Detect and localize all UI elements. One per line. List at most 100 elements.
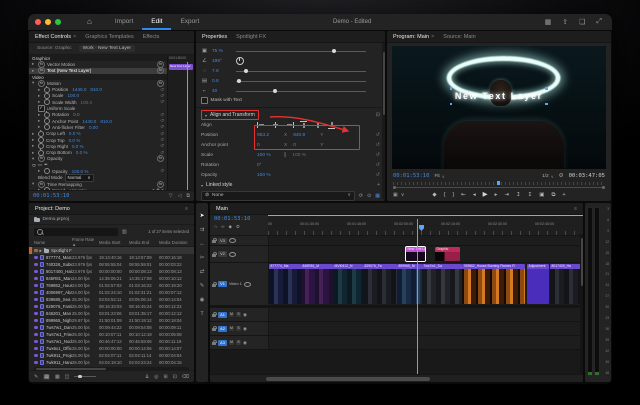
slider-track[interactable] xyxy=(236,51,366,52)
source-clip-chip[interactable]: Source: Graphic xyxy=(33,45,76,52)
add-style-icon[interactable]: + xyxy=(377,182,380,188)
timeline-clip[interactable]: 877774_Ma xyxy=(269,264,301,304)
track-header-a3[interactable]: A3MS◉ xyxy=(210,336,269,349)
track-header-v1[interactable]: V1Video 1 xyxy=(210,263,269,305)
track-header-a1[interactable]: A1MS◉ xyxy=(210,308,269,321)
button-editor-icon[interactable]: + xyxy=(562,192,565,198)
track-badge-a1[interactable]: A1 xyxy=(218,312,227,318)
panel-layout-icon[interactable]: ❏ xyxy=(579,18,585,26)
expand-icon[interactable]: ▸ xyxy=(38,87,42,93)
voiceover-record-icon[interactable]: ◉ xyxy=(243,326,247,332)
slider-value[interactable]: 40 xyxy=(212,89,232,94)
audio-icon[interactable]: ◁ xyxy=(178,193,182,199)
value-x[interactable]: 0 xyxy=(257,143,283,148)
slider-track[interactable] xyxy=(236,81,366,82)
align-bottom-icon[interactable] xyxy=(327,121,336,129)
label-color-chip[interactable] xyxy=(34,298,38,302)
mute-track-button[interactable]: M xyxy=(229,326,234,331)
track-lane-a3[interactable] xyxy=(269,336,583,349)
selection-handle[interactable] xyxy=(450,87,453,90)
label-color-chip[interactable] xyxy=(34,256,38,260)
freeform-view-icon[interactable]: ◫ xyxy=(65,374,70,380)
slider-value[interactable]: 195° xyxy=(212,59,232,64)
chevron-down-icon[interactable]: ∨ xyxy=(401,192,405,198)
mute-track-button[interactable]: M xyxy=(229,340,234,345)
param-value[interactable]: 0.0 % xyxy=(76,150,88,155)
voiceover-record-icon[interactable]: ◉ xyxy=(243,340,247,346)
param-value[interactable]: 0.0 xyxy=(73,112,79,117)
stopwatch-icon[interactable] xyxy=(44,168,50,174)
mute-track-button[interactable]: M xyxy=(229,312,234,317)
style-select[interactable]: ⊘ None ∨ xyxy=(201,191,355,201)
label-color-chip[interactable] xyxy=(34,333,38,337)
timeline-clip[interactable]: New Text Layer xyxy=(406,247,425,261)
label-color-chip[interactable] xyxy=(34,270,38,274)
reset-param-icon[interactable]: ↺ xyxy=(376,172,380,178)
linked-selection-icon[interactable]: ∞ xyxy=(221,224,224,230)
workspace-icon[interactable]: ▦ xyxy=(545,18,552,26)
close-window-icon[interactable] xyxy=(35,19,41,25)
add-marker-icon[interactable]: ◆ xyxy=(228,224,231,230)
timeline-clip[interactable]: MVI0412_N xyxy=(333,264,363,304)
align-transform-header[interactable]: ▾ Align and Transform ⊡ xyxy=(201,110,380,120)
style-sync-icon[interactable]: ⟳ xyxy=(359,193,363,199)
reset-param-icon[interactable]: ↺ xyxy=(160,87,164,93)
track-badge-v2[interactable]: V2 xyxy=(218,251,227,257)
expand-icon[interactable]: ▸ xyxy=(38,168,42,174)
step-forward-icon[interactable]: ▸ xyxy=(495,192,498,198)
reset-param-icon[interactable]: ↺ xyxy=(160,124,164,130)
timeline-clip[interactable]: 845R81_M xyxy=(301,264,333,304)
selection-handle[interactable] xyxy=(545,87,548,90)
zoom-fit-icon[interactable]: ⧉ xyxy=(186,193,190,199)
project-hscrollbar[interactable] xyxy=(34,367,189,370)
toggle-effect-icon[interactable]: fx xyxy=(157,155,164,162)
reset-param-icon[interactable]: ↺ xyxy=(376,162,380,168)
param-value[interactable]: 0.00 xyxy=(89,125,98,130)
close-tab-icon[interactable]: × xyxy=(431,34,434,40)
project-breadcrumb[interactable]: Demo.prproj xyxy=(29,215,194,225)
play-icon[interactable]: ▶ xyxy=(483,192,488,198)
menu-tab-export[interactable]: Export xyxy=(171,14,208,30)
linked-style-header[interactable]: ▾ Linked style + xyxy=(201,180,380,190)
go-to-out-icon[interactable]: ⇥ xyxy=(504,192,509,198)
text-overlay[interactable]: New Text Layer xyxy=(452,89,546,103)
bin-row[interactable]: ▸Spotlight FX xyxy=(29,247,194,254)
expand-icon[interactable]: ▸ xyxy=(32,137,36,143)
step-back-icon[interactable]: ◂ xyxy=(473,192,476,198)
icon-view-icon[interactable]: ▦ xyxy=(55,374,60,380)
expand-icon[interactable]: ▸ xyxy=(40,248,42,254)
slider-handle[interactable] xyxy=(237,79,241,83)
comparison-view-icon[interactable]: ⧉ xyxy=(551,192,555,198)
timeline-timecode[interactable]: 00:01:53:10 xyxy=(214,216,268,222)
label-color-chip[interactable] xyxy=(34,347,38,351)
slider-value[interactable]: 7.8 xyxy=(212,69,232,74)
tab-effects[interactable]: Effects xyxy=(143,34,160,40)
reset-param-icon[interactable]: ↺ xyxy=(160,131,164,137)
ellipse-mask-icon[interactable]: ⬭ xyxy=(32,163,36,168)
param-value[interactable]: 100.0 xyxy=(81,100,93,105)
label-color-chip[interactable] xyxy=(34,277,38,281)
solo-track-button[interactable]: S xyxy=(236,340,241,345)
effect-controls-timecode[interactable]: 00:01:53:10 xyxy=(33,193,69,199)
track-lane-v1[interactable]: 877774_Ma845R81_MMVI0412_N829076_Fa89996… xyxy=(269,263,583,305)
go-to-in-icon[interactable]: ⇤ xyxy=(461,192,466,198)
value-scale[interactable]: 100 % xyxy=(257,153,283,158)
lock-track-icon[interactable] xyxy=(212,314,216,317)
toggle-effect-icon[interactable]: fx xyxy=(157,67,164,74)
selection-tool[interactable]: ➤ xyxy=(200,213,205,219)
timeline-ruler[interactable]: 00:01:15:0000:01:30:0000:01:45:0000:02:0… xyxy=(268,215,583,235)
expand-icon[interactable]: ▸ xyxy=(32,143,36,149)
column-header-media-end[interactable]: Media End xyxy=(129,240,159,245)
value-x[interactable]: 953.2 xyxy=(257,133,283,138)
target-clip-chip[interactable]: Work · New Text Layer xyxy=(79,45,135,52)
reset-param-icon[interactable]: ↺ xyxy=(160,93,164,99)
quick-export-icon[interactable]: ⇪ xyxy=(562,18,568,26)
type-tool[interactable]: T xyxy=(200,311,203,317)
clip-row[interactable]: 4006997_Abando24.00 fps01:02:24:1001:02:… xyxy=(29,289,194,296)
expand-icon[interactable]: ▸ xyxy=(38,93,42,99)
program-video-frame[interactable]: New Text Layer xyxy=(392,46,606,169)
toggle-track-output-icon[interactable] xyxy=(229,238,236,243)
lock-track-icon[interactable] xyxy=(212,254,216,257)
value[interactable]: 0° xyxy=(257,163,283,168)
align-top-icon[interactable] xyxy=(299,121,308,129)
